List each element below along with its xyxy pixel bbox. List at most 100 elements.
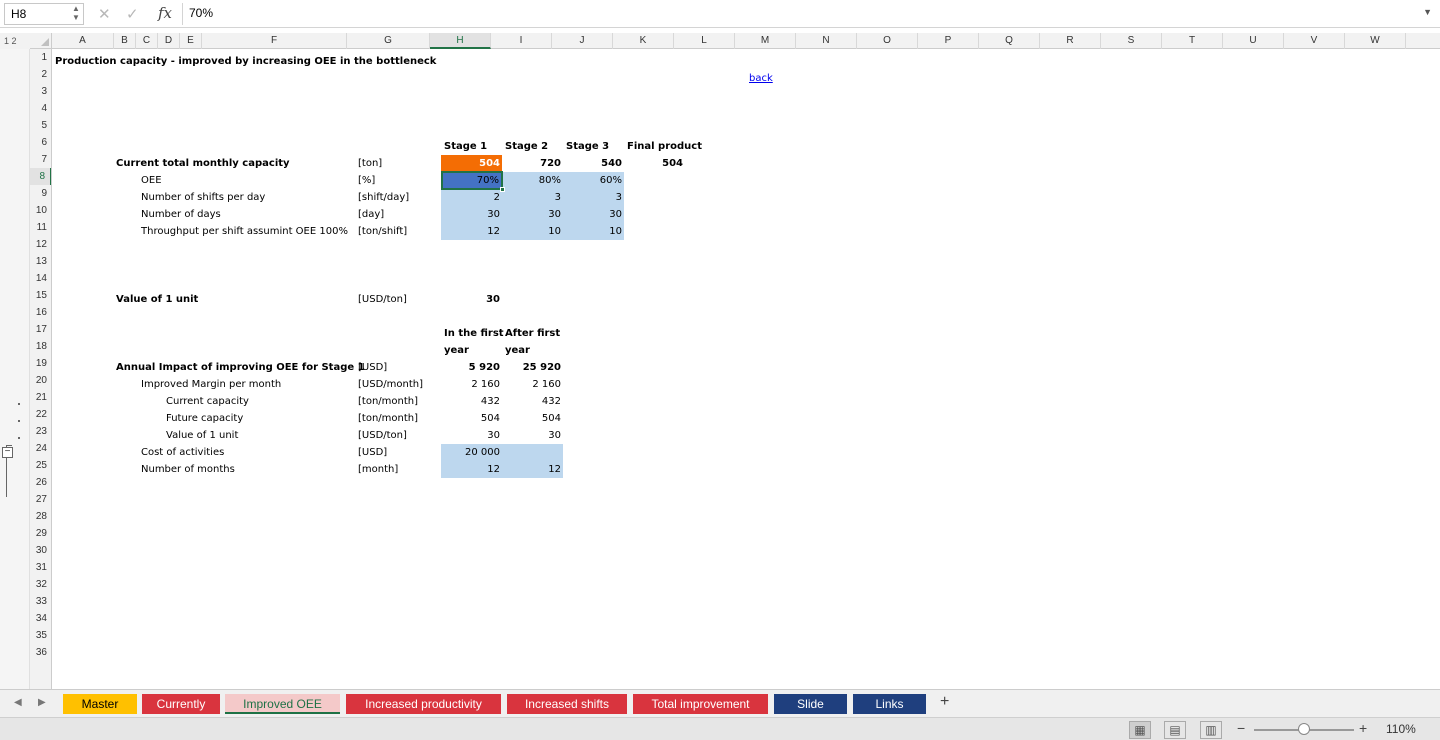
column-header-g[interactable]: G [347,33,430,49]
column-header-v[interactable]: V [1284,33,1345,49]
row-header-22[interactable]: 22 [30,406,51,423]
stage2-days-cell[interactable]: 30 [502,206,563,223]
row-header-26[interactable]: 26 [30,474,51,491]
column-header-l[interactable]: L [674,33,735,49]
stage1-days-cell[interactable]: 30 [441,206,502,223]
stage3-days-cell[interactable]: 30 [563,206,624,223]
function-icon[interactable]: fx [158,4,172,22]
current-capacity-first-cell[interactable]: 432 [441,393,502,410]
final-capacity-cell[interactable]: 504 [624,155,685,172]
stage1-shifts-cell[interactable]: 2 [441,189,502,206]
sheet-tab-slide[interactable]: Slide [774,694,847,714]
future-capacity-first-cell[interactable]: 504 [441,410,502,427]
column-header-c[interactable]: C [136,33,158,49]
months-first-cell[interactable]: 12 [441,461,502,478]
stage3-capacity-cell[interactable]: 540 [563,155,624,172]
zoom-slider-thumb[interactable] [1298,723,1310,735]
stage2-capacity-cell[interactable]: 720 [502,155,563,172]
column-header-o[interactable]: O [857,33,918,49]
stage2-throughput-cell[interactable]: 10 [502,223,563,240]
row-header-34[interactable]: 34 [30,610,51,627]
column-header-b[interactable]: B [114,33,136,49]
column-header-k[interactable]: K [613,33,674,49]
stage2-shifts-cell[interactable]: 3 [502,189,563,206]
sheet-tab-links[interactable]: Links [853,694,926,714]
row-header-10[interactable]: 10 [30,202,51,219]
current-capacity-after-cell[interactable]: 432 [502,393,563,410]
impact-value-first-cell[interactable]: 30 [441,427,502,444]
column-header-w[interactable]: W [1345,33,1406,49]
expand-formula-bar-icon[interactable]: ▼ [1423,7,1432,17]
zoom-in-button[interactable]: + [1359,720,1367,736]
formula-input[interactable]: 70% [182,3,1422,25]
select-all-corner[interactable] [30,33,52,49]
row-header-33[interactable]: 33 [30,593,51,610]
impact-value-after-cell[interactable]: 30 [502,427,563,444]
row-header-8[interactable]: 8 [30,168,51,185]
row-header-24[interactable]: 24 [30,440,51,457]
confirm-icon[interactable]: ✓ [126,5,139,23]
stage3-shifts-cell[interactable]: 3 [563,189,624,206]
row-header-9[interactable]: 9 [30,185,51,202]
future-capacity-after-cell[interactable]: 504 [502,410,563,427]
column-header-i[interactable]: I [491,33,552,49]
column-header-m[interactable]: M [735,33,796,49]
column-header-r[interactable]: R [1040,33,1101,49]
stage3-oee-cell[interactable]: 60% [563,172,624,189]
stage1-capacity-cell[interactable]: 504 [441,155,502,172]
column-header-t[interactable]: T [1162,33,1223,49]
row-header-7[interactable]: 7 [30,151,51,168]
normal-view-icon[interactable]: ▦ [1129,721,1151,739]
row-header-25[interactable]: 25 [30,457,51,474]
column-header-d[interactable]: D [158,33,180,49]
row-header-16[interactable]: 16 [30,304,51,321]
row-header-36[interactable]: 36 [30,644,51,661]
row-header-1[interactable]: 1 [30,49,51,66]
column-header-h[interactable]: H [430,33,491,49]
zoom-out-button[interactable]: − [1237,720,1245,736]
column-header-p[interactable]: P [918,33,979,49]
name-box-stepper-icon[interactable]: ▲ ▼ [72,4,80,22]
row-header-18[interactable]: 18 [30,338,51,355]
worksheet-grid[interactable]: Production capacity - improved by increa… [52,49,1440,689]
row-header-30[interactable]: 30 [30,542,51,559]
previous-sheet-icon[interactable]: ◀ [14,697,22,708]
cancel-icon[interactable]: ✕ [98,5,111,23]
margin-first-cell[interactable]: 2 160 [441,376,502,393]
outline-level-buttons[interactable]: 1 2 [0,33,30,49]
cost-after-cell[interactable] [502,444,563,461]
add-sheet-button[interactable]: + [940,693,949,711]
row-header-14[interactable]: 14 [30,270,51,287]
column-header-e[interactable]: E [180,33,202,49]
column-header-u[interactable]: U [1223,33,1284,49]
row-header-20[interactable]: 20 [30,372,51,389]
row-header-28[interactable]: 28 [30,508,51,525]
row-header-11[interactable]: 11 [30,219,51,236]
row-header-13[interactable]: 13 [30,253,51,270]
row-header-21[interactable]: 21 [30,389,51,406]
column-header-j[interactable]: J [552,33,613,49]
next-sheet-icon[interactable]: ▶ [38,697,46,708]
page-layout-view-icon[interactable]: ▤ [1164,721,1186,739]
value-unit-cell[interactable]: 30 [441,291,502,308]
page-break-view-icon[interactable]: ▥ [1200,721,1222,739]
stage3-throughput-cell[interactable]: 10 [563,223,624,240]
row-header-12[interactable]: 12 [30,236,51,253]
months-after-cell[interactable]: 12 [502,461,563,478]
stage2-oee-cell[interactable]: 80% [502,172,563,189]
row-header-32[interactable]: 32 [30,576,51,593]
row-header-35[interactable]: 35 [30,627,51,644]
column-header-q[interactable]: Q [979,33,1040,49]
row-header-5[interactable]: 5 [30,117,51,134]
column-header-s[interactable]: S [1101,33,1162,49]
selected-cell-h8[interactable]: 70% [441,171,505,192]
row-header-29[interactable]: 29 [30,525,51,542]
sheet-tab-increased-productivity[interactable]: Increased productivity [346,694,501,714]
back-link[interactable]: back [749,70,773,87]
row-header-27[interactable]: 27 [30,491,51,508]
column-header-f[interactable]: F [202,33,347,49]
sheet-tab-currently[interactable]: Currently [142,694,220,714]
column-header-a[interactable]: A [52,33,114,49]
annual-impact-first-cell[interactable]: 5 920 [441,359,502,376]
row-header-31[interactable]: 31 [30,559,51,576]
